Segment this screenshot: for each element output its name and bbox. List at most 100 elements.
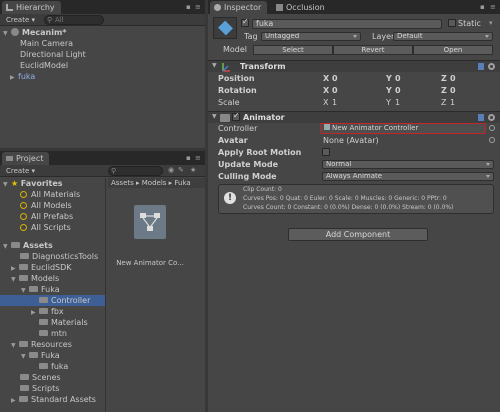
hierarchy-item-selected[interactable]: ▶ fuka bbox=[10, 71, 35, 82]
expand-arrow-icon[interactable]: ▼ bbox=[11, 274, 19, 285]
folder-item[interactable]: ▶ Standard Assets bbox=[11, 394, 96, 405]
folder-item[interactable]: ▼ Fuka bbox=[21, 350, 60, 361]
folder-item[interactable]: ▼ Fuka bbox=[21, 284, 60, 295]
expand-arrow-icon[interactable]: ▶ bbox=[10, 72, 18, 83]
help-book-icon[interactable] bbox=[478, 63, 484, 70]
folder-item[interactable]: Materials bbox=[39, 317, 88, 328]
expand-arrow-icon[interactable]: ▼ bbox=[3, 241, 11, 252]
hierarchy-item[interactable]: EuclidModel bbox=[20, 60, 68, 71]
layer-dropdown[interactable]: Default bbox=[393, 32, 493, 41]
object-name-field[interactable]: fuka bbox=[252, 19, 442, 29]
animator-icon bbox=[220, 114, 230, 122]
rotation-x-field[interactable]: 0 bbox=[332, 86, 338, 95]
project-search-input[interactable]: ⚲ bbox=[108, 166, 163, 176]
folder-icon bbox=[39, 297, 48, 303]
culling-mode-dropdown[interactable]: Always Animate bbox=[322, 172, 494, 181]
static-label: Static bbox=[458, 19, 481, 28]
active-checkbox[interactable]: ✓ bbox=[241, 17, 249, 27]
folder-item[interactable]: ▶ EuclidSDK bbox=[11, 262, 72, 273]
hierarchy-search-input[interactable]: ⚲ All bbox=[44, 15, 104, 25]
expand-arrow-icon[interactable]: ▶ bbox=[31, 307, 39, 318]
favorite-item[interactable]: All Scripts bbox=[20, 222, 71, 233]
tab-occlusion[interactable]: Occlusion bbox=[272, 1, 331, 14]
folder-item[interactable]: Scenes bbox=[20, 372, 61, 383]
scale-z-field[interactable]: 1 bbox=[450, 98, 455, 107]
assets-row[interactable]: ▼ Assets bbox=[3, 240, 53, 251]
favorite-item[interactable]: All Prefabs bbox=[20, 211, 73, 222]
folder-item[interactable]: fuka bbox=[39, 361, 68, 372]
position-x-field[interactable]: 0 bbox=[332, 74, 338, 83]
object-picker-icon[interactable] bbox=[489, 137, 495, 143]
expand-arrow-icon[interactable]: ▶ bbox=[11, 395, 19, 406]
model-select-button[interactable]: Select bbox=[253, 45, 333, 55]
folder-item[interactable]: DiagnosticsTools bbox=[20, 251, 98, 262]
tab-inspector[interactable]: Inspector bbox=[210, 1, 268, 14]
expand-arrow-icon[interactable]: ▼ bbox=[3, 179, 11, 190]
animator-controller-asset[interactable]: New Animator Co... bbox=[110, 203, 190, 273]
update-mode-dropdown[interactable]: Normal bbox=[322, 160, 494, 169]
folder-item[interactable]: ▶ fbx bbox=[31, 306, 64, 317]
add-component-button[interactable]: Add Component bbox=[288, 228, 428, 241]
breadcrumb-item[interactable]: Assets bbox=[111, 179, 134, 187]
hierarchy-item[interactable]: Main Camera bbox=[20, 38, 73, 49]
settings-gear-icon[interactable] bbox=[488, 114, 495, 121]
animator-enabled-checkbox[interactable]: ✓ bbox=[232, 111, 240, 121]
animator-header[interactable]: ▼ ✓ Animator bbox=[208, 111, 500, 123]
static-checkbox[interactable] bbox=[448, 19, 456, 27]
model-revert-button[interactable]: Revert bbox=[333, 45, 413, 55]
rotation-z-field[interactable]: 0 bbox=[450, 86, 456, 95]
object-picker-icon[interactable] bbox=[489, 125, 495, 131]
favorite-item[interactable]: All Materials bbox=[20, 189, 80, 200]
favorite-star-icon[interactable]: ★ bbox=[190, 166, 196, 174]
collapse-arrow-icon[interactable]: ▼ bbox=[212, 62, 217, 69]
collapse-arrow-icon[interactable]: ▼ bbox=[212, 113, 217, 120]
breadcrumb-item[interactable]: Models bbox=[142, 179, 167, 187]
hierarchy-item-label: fuka bbox=[18, 72, 36, 81]
panel-menu-icon[interactable]: ≡ bbox=[490, 3, 496, 11]
scale-y-field[interactable]: 1 bbox=[395, 98, 400, 107]
avatar-field[interactable]: None (Avatar) bbox=[323, 136, 379, 145]
tab-inspector-label: Inspector bbox=[224, 3, 262, 12]
favorites-row[interactable]: ▼ ★ Favorites bbox=[3, 178, 63, 189]
controller-field[interactable]: New Animator Controller bbox=[320, 123, 486, 134]
project-create-button[interactable]: Create ▾ bbox=[3, 166, 38, 176]
model-open-button[interactable]: Open bbox=[413, 45, 493, 55]
scene-row[interactable]: ▼ Mecanim* bbox=[0, 27, 205, 38]
static-dropdown-icon[interactable]: ▾ bbox=[489, 19, 493, 27]
project-breadcrumb: Assets ▸ Models ▸ Fuka bbox=[108, 178, 205, 188]
breadcrumb-item[interactable]: Fuka bbox=[174, 179, 190, 187]
folder-item[interactable]: ▼ Models bbox=[11, 273, 59, 284]
lock-icon[interactable]: ▪ bbox=[186, 154, 191, 162]
folder-item[interactable]: mtn bbox=[39, 328, 67, 339]
lock-icon[interactable]: ▪ bbox=[480, 3, 485, 11]
expand-arrow-icon[interactable]: ▼ bbox=[21, 351, 29, 362]
tab-hierarchy[interactable]: Hierarchy bbox=[2, 1, 61, 14]
tab-project[interactable]: Project bbox=[2, 152, 50, 165]
tag-dropdown[interactable]: Untagged bbox=[261, 32, 361, 41]
settings-gear-icon[interactable] bbox=[488, 63, 495, 70]
hierarchy-item[interactable]: Directional Light bbox=[20, 49, 86, 60]
lock-icon[interactable]: ▪ bbox=[186, 3, 191, 11]
help-book-icon[interactable] bbox=[478, 114, 484, 121]
folder-item-selected[interactable]: Controller bbox=[0, 295, 105, 306]
position-z-field[interactable]: 0 bbox=[450, 74, 456, 83]
axis-y-label: Y bbox=[386, 86, 392, 95]
apply-root-motion-checkbox[interactable] bbox=[322, 148, 330, 156]
panel-menu-icon[interactable]: ≡ bbox=[195, 3, 201, 11]
favorite-item[interactable]: All Models bbox=[20, 200, 72, 211]
position-y-field[interactable]: 0 bbox=[395, 74, 401, 83]
folder-item[interactable]: Scripts bbox=[20, 383, 59, 394]
filter-type-icon[interactable]: ◉ bbox=[168, 166, 174, 174]
expand-arrow-icon[interactable]: ▼ bbox=[3, 28, 11, 39]
hierarchy-item-label: EuclidModel bbox=[20, 61, 69, 70]
rotation-y-field[interactable]: 0 bbox=[395, 86, 401, 95]
scale-x-field[interactable]: 1 bbox=[332, 98, 337, 107]
transform-header[interactable]: ▼ Transform bbox=[208, 60, 500, 72]
hierarchy-create-button[interactable]: Create ▾ bbox=[3, 15, 38, 25]
expand-arrow-icon[interactable]: ▼ bbox=[11, 340, 19, 351]
hierarchy-toolbar: Create ▾ ⚲ All bbox=[0, 14, 205, 26]
folder-item[interactable]: ▼ Resources bbox=[11, 339, 72, 350]
panel-menu-icon[interactable]: ≡ bbox=[195, 154, 201, 162]
filter-label-icon[interactable]: ✎ bbox=[178, 166, 184, 174]
info-curves-pos: Curves Pos: 0 Quat: 0 Euler: 0 Scale: 0 … bbox=[243, 195, 447, 202]
